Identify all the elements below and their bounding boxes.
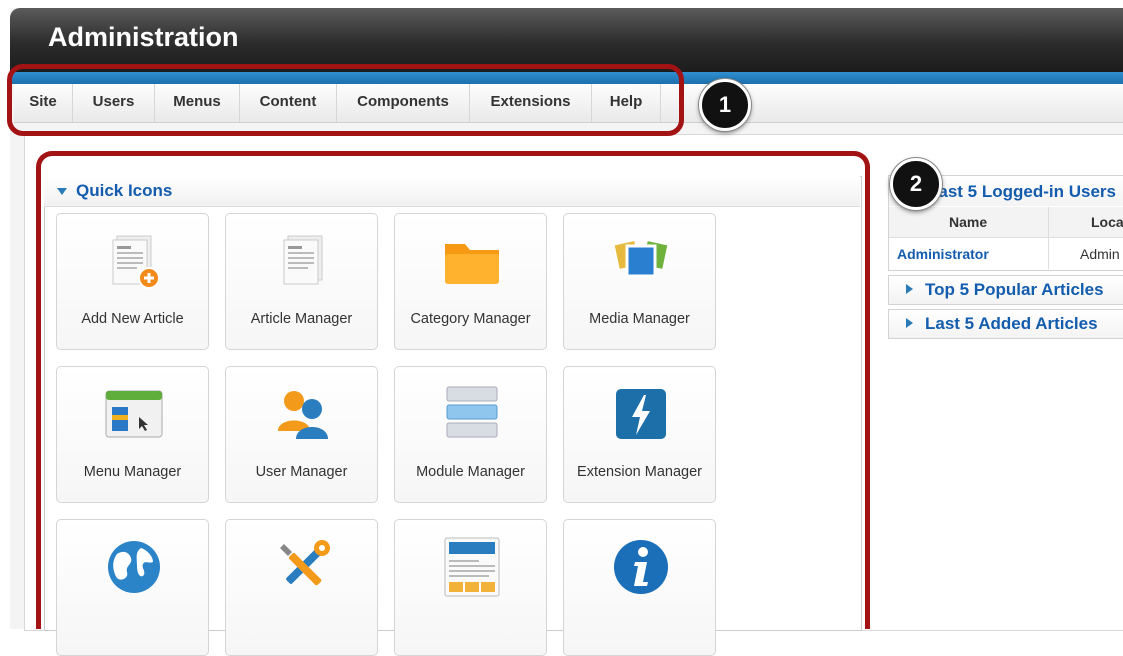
expand-arrow-icon[interactable] <box>906 318 913 328</box>
table-header-row <box>889 207 1123 238</box>
quick-icons-highlight-box <box>36 151 870 629</box>
logged-in-users-title: Last 5 Logged-in Users <box>928 182 1116 201</box>
column-name: Name <box>949 214 988 230</box>
expand-arrow-icon[interactable] <box>906 284 913 294</box>
column-divider <box>1048 207 1049 269</box>
column-location: Loca <box>1091 214 1123 230</box>
menu-highlight-box <box>7 64 684 136</box>
callout-badge-2: 2 <box>890 158 942 210</box>
title-bar: Administration <box>10 8 1123 72</box>
added-articles-title: Last 5 Added Articles <box>925 314 1098 333</box>
app-title: Administration <box>48 22 239 52</box>
user-location: Admin <box>1080 246 1120 262</box>
callout-badge-1: 1 <box>699 79 751 131</box>
popular-articles-title: Top 5 Popular Articles <box>925 280 1104 299</box>
user-name-link[interactable]: Administrator <box>897 246 989 262</box>
